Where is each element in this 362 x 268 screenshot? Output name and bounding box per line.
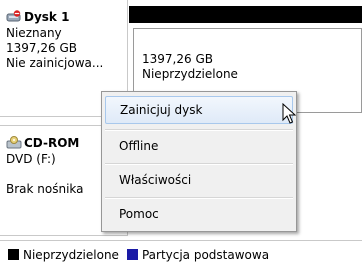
unallocated-swatch — [8, 249, 19, 260]
menu-item-help[interactable]: Pomoc — [105, 200, 293, 228]
legend-unallocated: Nieprzydzielone — [23, 247, 119, 262]
unallocated-header-bar — [129, 6, 362, 23]
disk1-type: Nieznany — [6, 26, 62, 40]
menu-item-label: Zainicjuj dysk — [120, 103, 203, 117]
menu-separator — [105, 197, 293, 199]
menu-item-label: Pomoc — [119, 207, 159, 221]
volume-text: 1397,26 GB Nieprzydzielone — [142, 52, 238, 82]
menu-item-label: Offline — [119, 139, 159, 153]
cdrom-title: CD-ROM — [24, 136, 80, 150]
legend-primary: Partycja podstawowa — [141, 247, 270, 262]
disk1-size: 1397,26 GB — [6, 41, 77, 55]
disk1-title-row: Dysk 1 — [6, 10, 127, 24]
primary-partition-swatch — [126, 249, 138, 260]
menu-item-properties[interactable]: Właściwości — [105, 166, 293, 194]
disk1-title: Dysk 1 — [24, 10, 70, 24]
cdrom-drive-icon — [6, 136, 22, 149]
volume-size: 1397,26 GB — [142, 52, 213, 66]
legend-bar: Nieprzydzielone Partycja podstawowa — [0, 240, 362, 268]
menu-item-label: Właściwości — [119, 173, 192, 187]
mouse-pointer-icon — [282, 103, 296, 124]
volume-status: Nieprzydzielone — [142, 67, 238, 81]
menu-separator — [105, 163, 293, 165]
menu-item-offline[interactable]: Offline — [105, 132, 293, 160]
menu-item-initialize-disk[interactable]: Zainicjuj dysk — [105, 96, 293, 124]
menu-separator — [105, 129, 293, 131]
context-menu: Zainicjuj dysk Offline Właściwości Pomoc — [101, 91, 297, 232]
disk1-status: Nie zainicjowa... — [6, 56, 104, 70]
hard-disk-warning-icon — [6, 10, 21, 22]
